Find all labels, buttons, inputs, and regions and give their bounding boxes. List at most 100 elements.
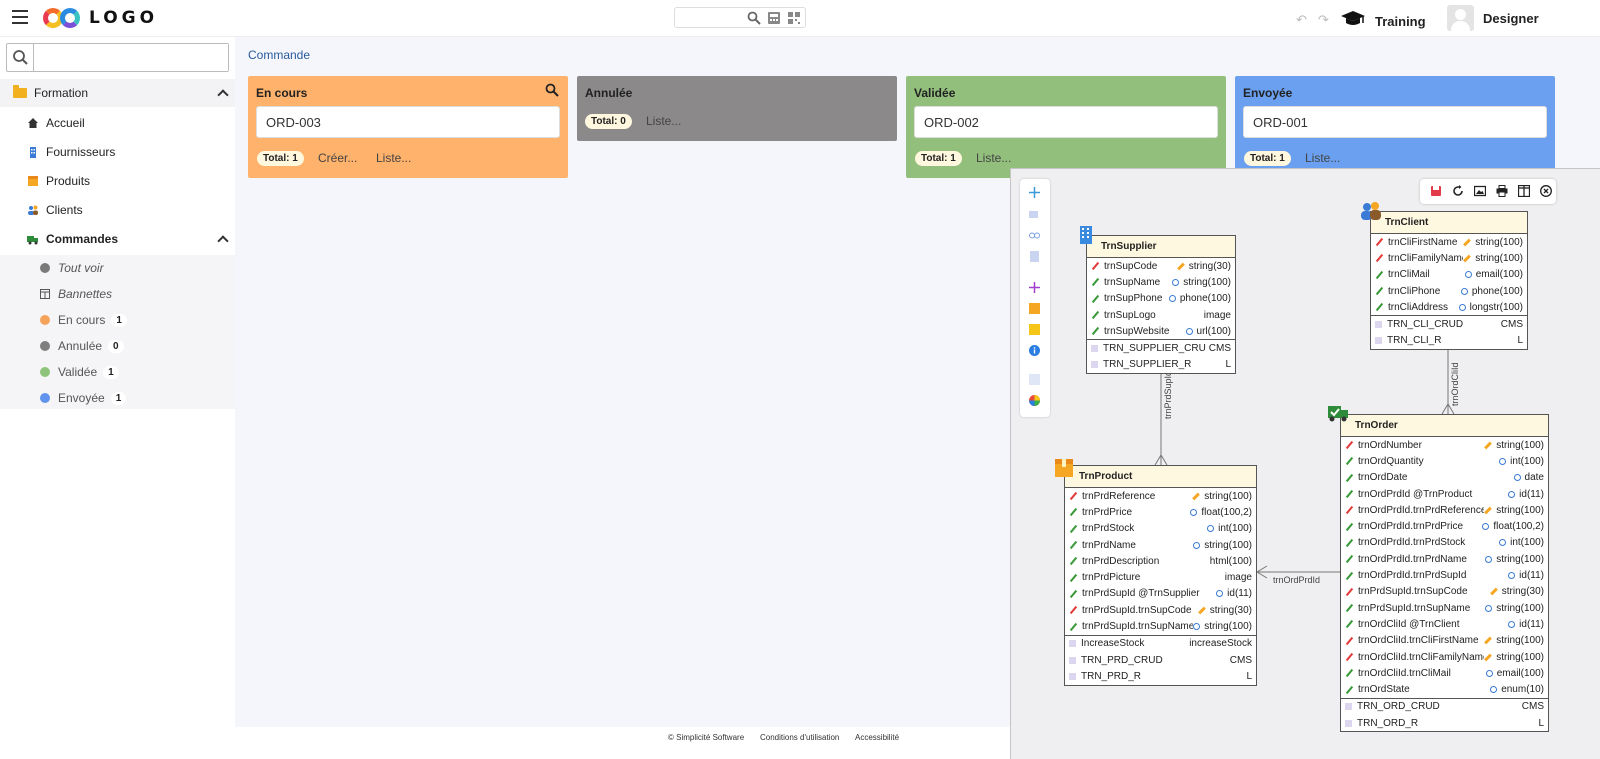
- field-row[interactable]: trnOrdQuantity int(100): [1341, 453, 1548, 469]
- action-row[interactable]: TRN_PRD_R L: [1065, 668, 1256, 684]
- field-row[interactable]: trnSupName string(100): [1087, 274, 1235, 290]
- field-row[interactable]: trnPrdSupId.trnSupCode string(30): [1065, 602, 1256, 618]
- field-row[interactable]: trnOrdState enum(10): [1341, 681, 1548, 697]
- note-yellow-icon[interactable]: [1029, 324, 1040, 335]
- sidebar-item-accueil[interactable]: Accueil: [27, 113, 85, 133]
- calculator-icon[interactable]: [767, 11, 781, 25]
- field-row[interactable]: trnOrdNumber string(100): [1341, 437, 1548, 453]
- list-link[interactable]: Liste...: [976, 151, 1011, 165]
- create-link[interactable]: Créer...: [318, 151, 357, 165]
- field-row[interactable]: trnOrdPrdId.trnPrdReference string(100): [1341, 502, 1548, 518]
- link-icon[interactable]: [1029, 230, 1040, 241]
- list-link[interactable]: Liste...: [1305, 151, 1340, 165]
- field-row[interactable]: trnOrdCliId.trnCliFamilyName string(100): [1341, 649, 1548, 665]
- sidebar-item-clients[interactable]: Clients: [27, 200, 83, 220]
- action-row[interactable]: IncreaseStock increaseStock: [1065, 636, 1256, 652]
- save-icon[interactable]: [1430, 185, 1442, 197]
- field-row[interactable]: trnOrdDate date: [1341, 470, 1548, 486]
- field-row[interactable]: trnSupCode string(30): [1087, 258, 1235, 274]
- sub-item-bannettes[interactable]: Bannettes: [40, 285, 112, 303]
- sidebar-item-fournisseurs[interactable]: Fournisseurs: [27, 142, 115, 162]
- field-row[interactable]: trnPrdName string(100): [1065, 537, 1256, 553]
- add-object-icon[interactable]: [1029, 209, 1040, 220]
- field-row[interactable]: trnSupPhone phone(100): [1087, 291, 1235, 307]
- note-orange-icon[interactable]: [1029, 303, 1040, 314]
- search-icon[interactable]: [7, 44, 34, 71]
- action-row[interactable]: TRN_PRD_CRUD CMS: [1065, 652, 1256, 668]
- field-row[interactable]: trnCliAddress longstr(100): [1371, 299, 1527, 315]
- user-menu[interactable]: Designer: [1447, 5, 1539, 31]
- close-icon[interactable]: [1540, 185, 1552, 197]
- entity-trnproduct[interactable]: TrnProduct trnPrdReference string(100) trnP…: [1064, 465, 1257, 686]
- field-row[interactable]: trnSupLogo image: [1087, 307, 1235, 323]
- entity-trnclient[interactable]: TrnClient trnCliFirstName string(100) trnCl…: [1370, 211, 1528, 351]
- sidebar-search-input[interactable]: [35, 44, 228, 71]
- breadcrumb[interactable]: Commande: [248, 48, 310, 62]
- entity-trnsupplier[interactable]: TrnSupplier trnSupCode string(30) trnSupNam…: [1086, 235, 1236, 375]
- document-icon[interactable]: [1029, 251, 1040, 262]
- undo-icon[interactable]: ↶: [1296, 12, 1307, 28]
- action-row[interactable]: TRN_CLI_CRUD CMS: [1371, 316, 1527, 332]
- plus-icon[interactable]: [1029, 282, 1040, 293]
- image-icon[interactable]: [1474, 185, 1486, 197]
- action-row[interactable]: TRN_SUPPLIER_R L: [1087, 357, 1235, 373]
- refresh-icon[interactable]: [1452, 185, 1464, 197]
- action-row[interactable]: TRN_ORD_CRUD CMS: [1341, 699, 1548, 715]
- sub-item-en-cours[interactable]: En cours 1: [40, 311, 127, 329]
- field-row[interactable]: trnOrdCliId.trnCliMail email(100): [1341, 665, 1548, 681]
- global-search[interactable]: [674, 7, 806, 28]
- list-link[interactable]: Liste...: [646, 114, 681, 128]
- field-row[interactable]: trnPrdSupId.trnSupCode string(30): [1341, 584, 1548, 600]
- redo-icon[interactable]: ↷: [1318, 12, 1329, 28]
- action-row[interactable]: TRN_SUPPLIER_CRUD CMS: [1087, 340, 1235, 356]
- sub-item-validee[interactable]: Validée 1: [40, 363, 119, 381]
- chevron-up-icon[interactable]: [217, 235, 229, 247]
- field-row[interactable]: trnPrdReference string(100): [1065, 488, 1256, 504]
- qrcode-icon[interactable]: [787, 11, 801, 25]
- info-icon[interactable]: [1029, 345, 1040, 356]
- field-row[interactable]: trnOrdCliId @TrnClient id(11): [1341, 616, 1548, 632]
- field-row[interactable]: trnOrdPrdId @TrnProduct id(11): [1341, 486, 1548, 502]
- field-row[interactable]: trnCliPhone phone(100): [1371, 283, 1527, 299]
- action-row[interactable]: TRN_CLI_R L: [1371, 333, 1527, 349]
- field-row[interactable]: trnCliFirstName string(100): [1371, 234, 1527, 250]
- field-row[interactable]: trnOrdPrdId.trnPrdStock int(100): [1341, 535, 1548, 551]
- print-icon[interactable]: [1496, 185, 1508, 197]
- action-row[interactable]: TRN_ORD_R L: [1341, 715, 1548, 731]
- move-icon[interactable]: [1029, 187, 1040, 198]
- search-icon[interactable]: [545, 83, 559, 97]
- field-row[interactable]: trnOrdPrdId.trnPrdSupId id(11): [1341, 567, 1548, 583]
- sub-item-tout-voir[interactable]: Tout voir: [40, 259, 104, 277]
- field-row[interactable]: trnPrdSupId.trnSupName string(100): [1065, 618, 1256, 634]
- chevron-up-icon[interactable]: [217, 89, 229, 101]
- sub-item-annulee[interactable]: Annulée 0: [40, 337, 124, 355]
- grid-icon[interactable]: [1029, 374, 1040, 385]
- field-row[interactable]: trnCliFamilyName string(100): [1371, 250, 1527, 266]
- field-row[interactable]: trnOrdPrdId.trnPrdPrice float(100,2): [1341, 518, 1548, 534]
- order-card[interactable]: ORD-002: [914, 106, 1218, 138]
- list-link[interactable]: Liste...: [376, 151, 411, 165]
- training-button[interactable]: Training: [1341, 8, 1426, 29]
- field-row[interactable]: trnPrdPicture image: [1065, 569, 1256, 585]
- field-row[interactable]: trnPrdPrice float(100,2): [1065, 504, 1256, 520]
- order-card[interactable]: ORD-003: [256, 106, 560, 138]
- menu-toggle-icon[interactable]: [12, 10, 28, 26]
- accessibility-link[interactable]: Accessibilité: [855, 733, 899, 742]
- columns-layout-icon[interactable]: [1518, 185, 1530, 197]
- field-row[interactable]: trnPrdStock int(100): [1065, 521, 1256, 537]
- field-row[interactable]: trnSupWebsite url(100): [1087, 323, 1235, 339]
- sidebar-item-produits[interactable]: Produits: [27, 171, 90, 191]
- order-card[interactable]: ORD-001: [1243, 106, 1547, 138]
- logo[interactable]: LOGO: [43, 7, 158, 29]
- color-wheel-icon[interactable]: [1029, 395, 1040, 406]
- entity-trnorder[interactable]: TrnOrder trnOrdNumber string(100) trnOrdQua…: [1340, 414, 1549, 733]
- field-row[interactable]: trnPrdDescription html(100): [1065, 553, 1256, 569]
- field-row[interactable]: trnCliMail email(100): [1371, 267, 1527, 283]
- field-row[interactable]: trnOrdPrdId.trnPrdName string(100): [1341, 551, 1548, 567]
- search-icon[interactable]: [747, 11, 761, 25]
- domain-formation[interactable]: Formation: [0, 79, 235, 107]
- terms-link[interactable]: Conditions d'utilisation: [760, 733, 839, 742]
- field-row[interactable]: trnPrdSupId.trnSupName string(100): [1341, 600, 1548, 616]
- field-row[interactable]: trnPrdSupId @TrnSupplier id(11): [1065, 586, 1256, 602]
- field-row[interactable]: trnOrdCliId.trnCliFirstName string(100): [1341, 633, 1548, 649]
